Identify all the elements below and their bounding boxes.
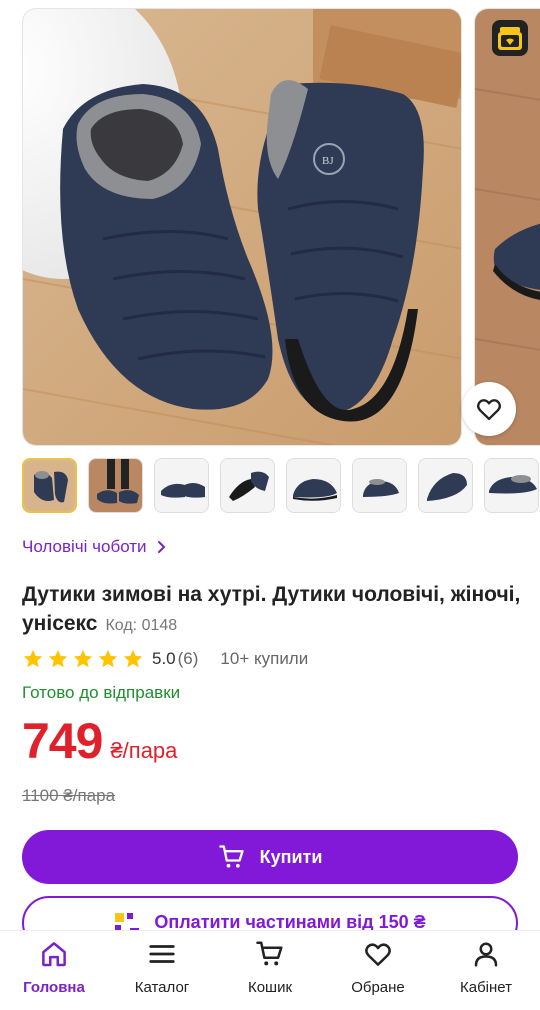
- svg-text:BJ: BJ: [322, 155, 334, 167]
- price: 749 ₴/пара: [22, 712, 177, 770]
- heart-icon: [365, 943, 391, 966]
- tab-account[interactable]: Кабінет: [432, 939, 540, 996]
- thumbnail[interactable]: [352, 458, 407, 513]
- tab-label: Каталог: [134, 979, 190, 996]
- home-icon: [42, 942, 66, 967]
- star-icon: [48, 649, 68, 668]
- rating-row[interactable]: 5.0 (6) 10+ купили: [22, 648, 308, 670]
- bottom-tab-bar: Головна Каталог Кошик Обране Кабінет: [0, 930, 540, 1010]
- product-gallery: BJ: [0, 0, 540, 452]
- cart-icon: [256, 941, 283, 966]
- breadcrumb[interactable]: Чоловічі чоботи: [22, 537, 167, 557]
- tab-label: Кабінет: [459, 979, 512, 996]
- star-icon: [98, 649, 118, 668]
- thumbnail[interactable]: [418, 458, 473, 513]
- add-to-favorites-button[interactable]: [462, 382, 516, 436]
- product-code: Код: 0148: [105, 617, 178, 634]
- price-unit: ₴/пара: [110, 738, 178, 763]
- tab-label: Кошик: [247, 979, 293, 996]
- old-price: 1100 ₴/пара: [22, 786, 116, 805]
- chevron-right-icon: [157, 541, 165, 553]
- product-next-photo[interactable]: [474, 8, 540, 446]
- availability-status: Готово до відправки: [22, 683, 181, 702]
- thumbnail-strip: [22, 458, 539, 513]
- star-icon: [123, 649, 143, 668]
- tab-favorites[interactable]: Обране: [324, 939, 432, 996]
- bought-count: 10+ купили: [220, 649, 309, 668]
- tab-catalog[interactable]: Каталог: [108, 939, 216, 996]
- heart-icon: [476, 399, 502, 421]
- tab-home[interactable]: Головна: [0, 939, 108, 996]
- rating-count: (6): [177, 649, 199, 668]
- thumbnail[interactable]: [88, 458, 143, 513]
- thumbnail[interactable]: [22, 458, 77, 513]
- rating-value: 5.0: [152, 649, 176, 668]
- thumbnail[interactable]: [220, 458, 275, 513]
- menu-icon: [149, 945, 175, 963]
- buy-button[interactable]: Купити: [22, 830, 518, 884]
- product-title-text: Дутики зимові на хутрі. Дутики чоловічі,…: [22, 583, 521, 635]
- price-value: 749: [22, 713, 103, 769]
- breadcrumb-label: Чоловічі чоботи: [22, 537, 147, 556]
- thumbnail[interactable]: [484, 458, 539, 513]
- buy-button-label: Купити: [259, 846, 323, 867]
- user-icon: [474, 942, 498, 967]
- rating-stars: [22, 648, 144, 670]
- star-icon: [73, 649, 93, 668]
- product-main-photo[interactable]: BJ: [22, 8, 462, 446]
- thumbnail[interactable]: [154, 458, 209, 513]
- tab-label: Головна: [23, 979, 85, 996]
- product-title: Дутики зимові на хутрі. Дутики чоловічі,…: [22, 580, 522, 640]
- tab-label: Обране: [351, 979, 405, 996]
- gift-box-icon[interactable]: [492, 20, 528, 56]
- star-icon: [23, 649, 43, 668]
- tab-cart[interactable]: Кошик: [216, 939, 324, 996]
- cart-icon: [218, 845, 244, 868]
- thumbnail[interactable]: [286, 458, 341, 513]
